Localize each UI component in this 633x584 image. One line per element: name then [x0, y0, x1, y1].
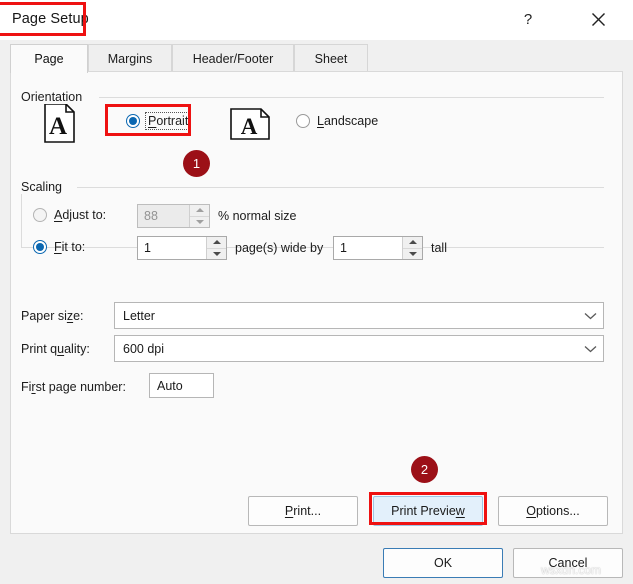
landscape-page-icon: A [230, 108, 270, 143]
tab-strip: Page Margins Header/Footer Sheet [10, 44, 623, 73]
adjust-to-value[interactable]: 88 [138, 205, 189, 227]
portrait-radio-label: Portrait [144, 112, 192, 130]
fit-to-wide-value[interactable]: 1 [138, 237, 206, 259]
watermark: wsxdn.com [541, 563, 602, 577]
fit-to-wide-spin-down[interactable] [207, 247, 226, 259]
fit-to-middle-text: page(s) wide by [235, 241, 324, 255]
print-quality-value: 600 dpi [123, 341, 165, 356]
options-button-label: Options... [526, 504, 580, 518]
chevron-down-icon[interactable] [577, 303, 603, 328]
orientation-group-line [99, 97, 604, 98]
tab-header-footer[interactable]: Header/Footer [172, 44, 294, 72]
chevron-down-icon[interactable] [577, 336, 603, 361]
paper-size-value: Letter [123, 308, 155, 323]
fit-to-wide-spin-buttons[interactable] [206, 237, 226, 259]
tab-sheet[interactable]: Sheet [294, 44, 368, 72]
adjust-to-spin-down[interactable] [190, 215, 209, 227]
fit-to-tall-spin-up[interactable] [403, 237, 422, 248]
annotation-badge-2: 2 [411, 456, 438, 483]
fit-to-tall-spinner[interactable]: 1 [333, 236, 423, 260]
print-button-label: Print... [284, 504, 322, 518]
adjust-to-spinner[interactable]: 88 [137, 204, 210, 228]
first-page-number-label: First page number: [21, 380, 126, 394]
print-preview-button[interactable]: Print Preview [373, 496, 483, 526]
print-preview-button-label: Print Preview [391, 504, 465, 518]
adjust-to-radio-row[interactable]: Adjust to: [33, 208, 106, 222]
fit-to-tall-text: tall [431, 241, 447, 255]
close-icon[interactable] [578, 2, 618, 36]
print-quality-combo[interactable]: 600 dpi [114, 335, 604, 362]
svg-text:A: A [241, 114, 258, 139]
paper-size-combo[interactable]: Letter [114, 302, 604, 329]
fit-to-tall-spin-buttons[interactable] [402, 237, 422, 259]
landscape-radio-label: Landscape [317, 114, 379, 128]
ok-button-label: OK [433, 556, 453, 570]
fit-to-radio[interactable] [33, 240, 47, 254]
tab-page[interactable]: Page [10, 44, 88, 73]
portrait-radio-row[interactable]: Portrait [126, 112, 192, 130]
scaling-group-line-left [21, 187, 22, 247]
scaling-group-label: Scaling [21, 180, 68, 194]
adjust-to-label: Adjust to: [54, 208, 107, 222]
first-page-number-input[interactable]: Auto [149, 373, 214, 398]
help-icon[interactable]: ? [508, 2, 548, 36]
landscape-radio-row[interactable]: Landscape [296, 114, 378, 128]
print-button[interactable]: Print... [248, 496, 358, 526]
adjust-to-radio[interactable] [33, 208, 47, 222]
title-bar: Page Setup ? [0, 0, 633, 40]
fit-to-tall-spin-down[interactable] [403, 247, 422, 259]
page-tab-panel: Orientation A Portrait A Landscape Scali… [10, 71, 623, 534]
fit-to-wide-spinner[interactable]: 1 [137, 236, 227, 260]
orientation-group-label: Orientation [21, 90, 89, 104]
landscape-radio[interactable] [296, 114, 310, 128]
options-button[interactable]: Options... [498, 496, 608, 526]
help-glyph: ? [523, 10, 533, 28]
ok-button[interactable]: OK [383, 548, 503, 578]
adjust-to-spin-up[interactable] [190, 205, 209, 216]
paper-size-label: Paper size: [21, 309, 84, 323]
print-quality-label: Print quality: [21, 342, 90, 356]
fit-to-label: Fit to: [54, 240, 86, 254]
portrait-radio[interactable] [126, 114, 140, 128]
scaling-group-line-top [77, 187, 604, 188]
adjust-to-spin-buttons[interactable] [189, 205, 209, 227]
fit-to-tall-value[interactable]: 1 [334, 237, 402, 259]
page-setup-dialog: Page Setup ? Page Margins Header/Footer … [0, 0, 633, 584]
tab-header-footer-label: Header/Footer [192, 51, 274, 66]
svg-text:A: A [49, 113, 67, 140]
tab-page-label: Page [34, 52, 64, 66]
fit-to-wide-spin-up[interactable] [207, 237, 226, 248]
adjust-to-suffix: % normal size [218, 209, 297, 223]
annotation-badge-1: 1 [183, 150, 210, 177]
fit-to-radio-row[interactable]: Fit to: [33, 240, 85, 254]
tab-sheet-label: Sheet [314, 51, 348, 66]
tab-margins-label: Margins [107, 51, 153, 66]
tab-margins[interactable]: Margins [88, 44, 172, 72]
portrait-page-icon: A [44, 103, 75, 146]
dialog-title: Page Setup [12, 11, 89, 27]
